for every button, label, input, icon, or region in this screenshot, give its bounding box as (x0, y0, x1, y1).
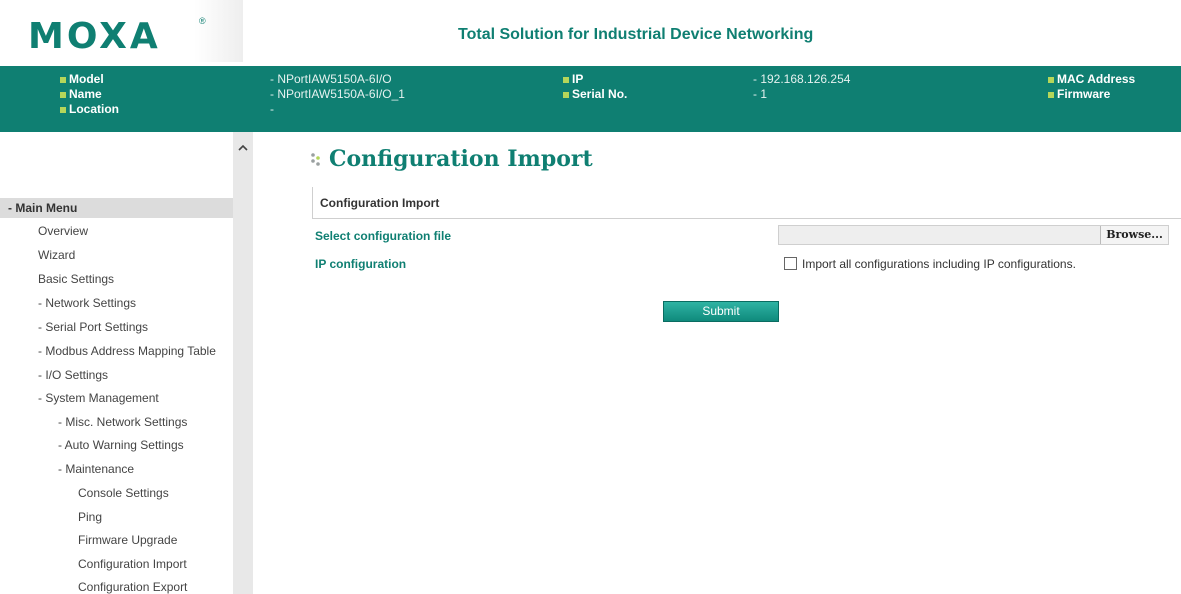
sidebar-item-serial-port-settings[interactable]: - Serial Port Settings (38, 318, 148, 336)
sidebar-scrollbar[interactable] (233, 132, 253, 594)
info-labels-col3: MAC Address Firmware (1048, 72, 1135, 102)
import-ip-checkbox[interactable] (784, 257, 797, 270)
ip-configuration-label: IP configuration (315, 257, 407, 271)
submit-button[interactable]: Submit (663, 301, 779, 322)
page-title: Configuration Import (329, 146, 593, 172)
sidebar-item-configuration-export[interactable]: Configuration Export (78, 578, 187, 594)
section-header: Configuration Import (312, 187, 1181, 219)
bullet-icon (563, 76, 569, 83)
bullet-icon (1048, 91, 1054, 98)
info-labels-col2: IP Serial No. (563, 72, 627, 102)
sidebar-item-wizard[interactable]: Wizard (38, 246, 75, 264)
device-info-bar: Model Name Location - NPortIAW5150A-6I/O… (0, 66, 1181, 132)
select-file-label: Select configuration file (315, 229, 452, 243)
sidebar-item-configuration-import[interactable]: Configuration Import (78, 555, 187, 573)
name-label: Name (60, 87, 119, 102)
bullet-icon (60, 76, 66, 83)
sidebar-item-basic-settings[interactable]: Basic Settings (38, 270, 114, 288)
info-values-col1: - NPortIAW5150A-6I/O - NPortIAW5150A-6I/… (270, 72, 405, 117)
browse-button[interactable]: Browse... (1100, 226, 1168, 244)
main-menu-header[interactable]: - Main Menu (0, 198, 233, 218)
tagline: Total Solution for Industrial Device Net… (458, 26, 814, 43)
sidebar-item-system-management[interactable]: - System Management (38, 389, 159, 407)
info-values-col2: - 192.168.126.254 - 1 (753, 72, 850, 102)
mac-label: MAC Address (1048, 72, 1135, 87)
sidebar-item-modbus-mapping[interactable]: - Modbus Address Mapping Table (38, 342, 216, 360)
sidebar-item-firmware-upgrade[interactable]: Firmware Upgrade (78, 531, 177, 549)
chevron-up-icon[interactable] (237, 142, 249, 154)
serial-value: - 1 (753, 87, 768, 101)
sidebar-item-io-settings[interactable]: - I/O Settings (38, 366, 108, 384)
model-value: - NPortIAW5150A-6I/O (270, 72, 392, 86)
header: MOXA ® Total Solution for Industrial Dev… (0, 0, 1181, 66)
sidebar-item-misc-network[interactable]: - Misc. Network Settings (58, 413, 187, 431)
bullet-icon (60, 106, 66, 113)
location-value: - (270, 102, 274, 116)
ip-label: IP (563, 72, 627, 87)
bullet-icon (1048, 76, 1054, 83)
sidebar-item-auto-warning[interactable]: - Auto Warning Settings (58, 436, 184, 454)
sidebar-item-console-settings[interactable]: Console Settings (78, 484, 169, 502)
bullet-icon (563, 91, 569, 98)
import-ip-checkbox-label[interactable]: Import all configurations including IP c… (802, 257, 1076, 271)
bullet-icon (60, 91, 66, 98)
sidebar-item-maintenance[interactable]: - Maintenance (58, 460, 134, 478)
sidebar: - Main Menu Overview Wizard Basic Settin… (0, 132, 233, 594)
sidebar-item-ping[interactable]: Ping (78, 508, 102, 526)
config-file-input[interactable]: Browse... (778, 225, 1169, 245)
model-label: Model (60, 72, 119, 87)
ip-value: - 192.168.126.254 (753, 72, 851, 86)
main-content: Configuration Import Configuration Impor… (253, 132, 1181, 594)
registered-mark: ® (199, 16, 206, 26)
name-value: - NPortIAW5150A-6I/O_1 (270, 87, 405, 101)
serial-label: Serial No. (563, 87, 627, 102)
firmware-label: Firmware (1048, 87, 1135, 102)
moxa-logo[interactable]: MOXA ® (0, 0, 243, 62)
title-dots-icon (311, 153, 320, 166)
sidebar-item-network-settings[interactable]: - Network Settings (38, 294, 136, 312)
location-label: Location (60, 102, 119, 117)
info-labels-col1: Model Name Location (60, 72, 119, 117)
sidebar-item-overview[interactable]: Overview (38, 222, 88, 240)
logo-text: MOXA (28, 16, 161, 57)
